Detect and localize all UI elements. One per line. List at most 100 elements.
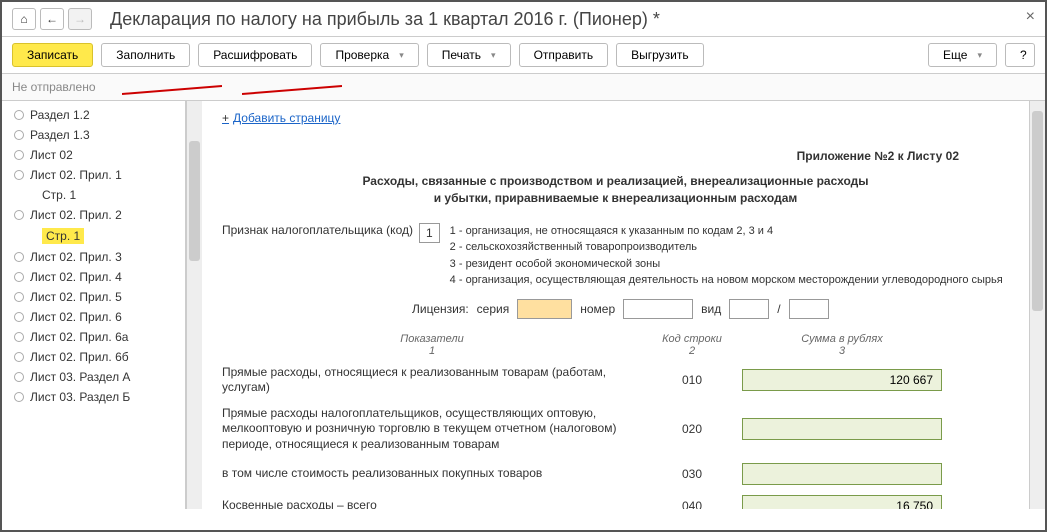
print-button[interactable]: Печать [427,43,511,67]
tree-item[interactable]: Лист 02. Прил. 4 [2,267,185,287]
tree-item-label: Лист 02. Прил. 6а [30,330,128,344]
tree-item[interactable]: Лист 02. Прил. 5 [2,287,185,307]
sidebar-scrollbar[interactable] [186,101,202,509]
tree-item-label: Стр. 1 [42,188,76,202]
tree-item-label: Лист 02 [30,148,73,162]
tree-item[interactable]: Лист 02 [2,145,185,165]
tree-item[interactable]: Лист 02. Прил. 6б [2,347,185,367]
line-label: Косвенные расходы – всего [222,498,642,509]
tree-item[interactable]: Раздел 1.2 [2,105,185,125]
code-notes: 1 - организация, не относящаяся к указан… [450,223,1003,289]
line-value-input[interactable] [742,418,942,440]
col1-num: 1 [222,345,642,357]
line-value-input[interactable] [742,369,942,391]
line-value-cell [742,495,942,509]
tree-item[interactable]: Лист 02. Прил. 3 [2,247,185,267]
data-line: Прямые расходы, относящиеся к реализован… [222,365,1009,396]
tree-item[interactable]: Лист 02. Прил. 2 [2,205,185,225]
tree-toggle-icon[interactable] [14,332,24,342]
license-series-label: серия [477,302,510,316]
tree-item[interactable]: Лист 02. Прил. 1 [2,165,185,185]
more-button[interactable]: Еще [928,43,997,67]
titlebar: ⌂ ← → Декларация по налогу на прибыль за… [2,2,1045,37]
taxpayer-code[interactable]: 1 [419,223,440,243]
tree-toggle-icon[interactable] [14,170,24,180]
col1-label: Показатели [222,333,642,345]
forward-button[interactable]: → [68,8,92,30]
tree-item-label: Раздел 1.2 [30,108,90,122]
line-value-cell [742,418,942,440]
tree-item-label: Лист 02. Прил. 4 [30,270,122,284]
line-value-cell [742,369,942,391]
doc-title-line2: и убытки, приравниваемые к внереализацио… [222,190,1009,207]
tree-item-label: Лист 02. Прил. 1 [30,168,122,182]
tree-item-label: Лист 02. Прил. 5 [30,290,122,304]
home-button[interactable]: ⌂ [12,8,36,30]
license-type-label: вид [701,302,721,316]
tree-item-label: Лист 02. Прил. 6б [30,350,129,364]
doc-title: Расходы, связанные с производством и реа… [222,173,1009,207]
tree-item[interactable]: Лист 03. Раздел А [2,367,185,387]
tree-toggle-icon[interactable] [14,372,24,382]
data-line: Косвенные расходы – всего040 [222,495,1009,509]
code-note: 4 - организация, осуществляющая деятельн… [450,272,1003,289]
save-button[interactable]: Записать [12,43,93,67]
line-value-input[interactable] [742,463,942,485]
code-note: 2 - сельскохозяйственный товаропроизводи… [450,239,1003,256]
help-button[interactable]: ? [1005,43,1035,67]
document-area: Добавить страницу Приложение №2 к Листу … [202,101,1029,509]
tree-item[interactable]: Лист 02. Прил. 6 [2,307,185,327]
tree-toggle-icon[interactable] [14,210,24,220]
taxpayer-label: Признак налогоплательщика (код) [222,223,413,237]
license-type-input-2[interactable] [789,299,829,319]
license-type-input-1[interactable] [729,299,769,319]
line-value-input[interactable] [742,495,942,509]
license-row: Лицензия: серия номер вид / [412,299,1009,319]
tree-item-label: Лист 02. Прил. 6 [30,310,122,324]
tree-item[interactable]: Стр. 1 [2,185,185,205]
col3-num: 3 [742,345,942,357]
line-code: 010 [642,373,742,387]
license-series-input[interactable] [517,299,572,319]
tree-toggle-icon[interactable] [14,252,24,262]
tree-item-label: Раздел 1.3 [30,128,90,142]
tree-toggle-icon[interactable] [14,352,24,362]
doc-title-line1: Расходы, связанные с производством и реа… [222,173,1009,190]
line-code: 020 [642,422,742,436]
line-label: Прямые расходы, относящиеся к реализован… [222,365,642,396]
tree-toggle-icon[interactable] [14,392,24,402]
license-number-label: номер [580,302,615,316]
close-button[interactable]: × [1026,8,1035,26]
export-button[interactable]: Выгрузить [616,43,704,67]
line-code: 040 [642,499,742,509]
check-button[interactable]: Проверка [320,43,418,67]
tree-toggle-icon[interactable] [14,150,24,160]
tree-toggle-icon[interactable] [14,272,24,282]
license-number-input[interactable] [623,299,693,319]
doc-scrollbar[interactable] [1029,101,1045,509]
tree-toggle-icon[interactable] [14,130,24,140]
tree-item-label: Стр. 1 [42,228,84,244]
license-slash: / [777,302,780,316]
fill-button[interactable]: Заполнить [101,43,190,67]
line-value-cell [742,463,942,485]
decipher-button[interactable]: Расшифровать [198,43,312,67]
tree-item[interactable]: Лист 02. Прил. 6а [2,327,185,347]
add-page-link[interactable]: Добавить страницу [222,111,340,125]
tree-item[interactable]: Раздел 1.3 [2,125,185,145]
code-note: 3 - резидент особой экономической зоны [450,256,1003,273]
tree-item[interactable]: Лист 03. Раздел Б [2,387,185,407]
tree-item[interactable]: Стр. 1 [2,225,185,247]
window-title: Декларация по налогу на прибыль за 1 ква… [110,9,660,30]
send-button[interactable]: Отправить [519,43,609,67]
data-line: в том числе стоимость реализованных поку… [222,463,1009,485]
toolbar: Записать Заполнить Расшифровать Проверка… [2,37,1045,74]
line-code: 030 [642,467,742,481]
line-label: Прямые расходы налогоплательщиков, осуще… [222,406,642,453]
tree-item-label: Лист 02. Прил. 3 [30,250,122,264]
back-button[interactable]: ← [40,8,64,30]
tree-toggle-icon[interactable] [14,312,24,322]
tree-toggle-icon[interactable] [14,110,24,120]
tree-toggle-icon[interactable] [14,292,24,302]
code-note: 1 - организация, не относящаяся к указан… [450,223,1003,240]
